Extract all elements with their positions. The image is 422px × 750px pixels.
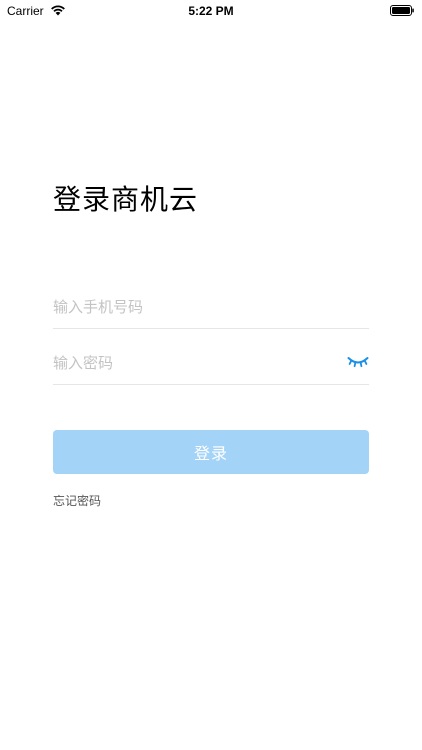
eye-closed-icon[interactable] [347, 354, 369, 370]
status-time: 5:22 PM [188, 4, 234, 18]
login-button[interactable]: 登录 [53, 430, 369, 474]
forgot-password-link[interactable]: 忘记密码 [53, 492, 101, 509]
status-bar: Carrier 5:22 PM [0, 0, 422, 22]
phone-input[interactable] [53, 296, 333, 318]
page-title: 登录商机云 [53, 183, 199, 216]
battery-icon [390, 5, 414, 16]
password-field [53, 340, 369, 385]
password-input[interactable] [53, 352, 333, 374]
phone-field [53, 284, 369, 329]
